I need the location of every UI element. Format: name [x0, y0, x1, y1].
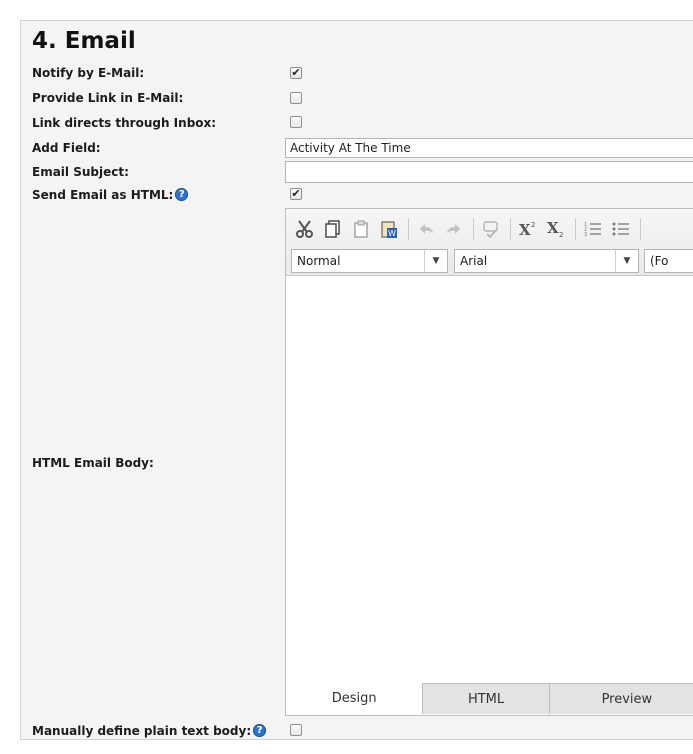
toolbar-separator [640, 218, 641, 240]
tab-html[interactable]: HTML [423, 683, 550, 714]
email-subject-label: Email Subject: [32, 165, 129, 179]
chevron-down-icon[interactable]: ▼ [615, 250, 638, 272]
font-family-value: Arial [460, 254, 488, 268]
editor-content-area[interactable] [286, 276, 693, 684]
paste-from-word-icon[interactable]: W [376, 216, 402, 242]
tab-preview[interactable]: Preview [549, 683, 693, 714]
superscript-icon[interactable]: X2 [515, 216, 541, 242]
tab-design[interactable]: Design [286, 683, 424, 714]
email-subject-input[interactable] [285, 161, 693, 183]
paste-icon[interactable] [348, 216, 374, 242]
redo-icon[interactable] [441, 216, 467, 242]
notify-label: Notify by E-Mail: [32, 66, 145, 80]
paragraph-format-value: Normal [297, 254, 341, 268]
toolbar-separator [408, 218, 409, 240]
help-icon[interactable]: ? [253, 724, 267, 737]
manual-plain-checkbox[interactable] [290, 724, 302, 736]
link-inbox-label: Link directs through Inbox: [32, 116, 217, 130]
send-html-label-text: Send Email as HTML: [32, 188, 174, 202]
html-body-label: HTML Email Body: [32, 456, 154, 470]
svg-text:3: 3 [584, 232, 587, 238]
svg-text:2: 2 [531, 221, 535, 229]
font-size-value: (Fo [650, 254, 669, 268]
section-title: 4. Email [32, 28, 136, 54]
provide-link-label: Provide Link in E-Mail: [32, 91, 184, 105]
paragraph-format-select[interactable]: Normal ▼ [291, 249, 448, 273]
svg-text:X: X [547, 219, 559, 237]
manual-plain-label: Manually define plain text body:? [32, 724, 267, 738]
check-icon: ✔ [291, 187, 301, 200]
send-html-label: Send Email as HTML:? [32, 188, 189, 202]
html-email-body-editor: W X2 X2 123 Normal ▼ Arial ▼ (Fo Design … [285, 208, 693, 716]
spellcheck-icon[interactable] [478, 216, 504, 242]
check-icon: ✔ [291, 66, 301, 79]
copy-icon[interactable] [320, 216, 346, 242]
toolbar-separator [575, 218, 576, 240]
editor-mode-tabs: Design HTML Preview [286, 683, 693, 715]
toolbar-separator [510, 218, 511, 240]
undo-icon[interactable] [413, 216, 439, 242]
svg-text:W: W [388, 229, 396, 238]
chevron-down-icon[interactable]: ▼ [424, 250, 447, 272]
numbered-list-icon[interactable]: 123 [580, 216, 606, 242]
add-field-label: Add Field: [32, 141, 101, 155]
subscript-icon[interactable]: X2 [543, 216, 569, 242]
bulleted-list-icon[interactable] [608, 216, 634, 242]
editor-tool-row: W X2 X2 123 [292, 215, 645, 243]
add-field-input[interactable] [285, 138, 693, 158]
notify-checkbox[interactable]: ✔ [290, 67, 302, 79]
svg-text:2: 2 [559, 231, 563, 239]
help-icon[interactable]: ? [175, 188, 189, 201]
link-inbox-checkbox[interactable] [290, 116, 302, 128]
manual-plain-label-text: Manually define plain text body: [32, 724, 252, 738]
editor-toolbar: W X2 X2 123 Normal ▼ Arial ▼ (Fo [286, 209, 693, 276]
send-html-checkbox[interactable]: ✔ [290, 188, 302, 200]
font-family-select[interactable]: Arial ▼ [454, 249, 639, 273]
toolbar-separator [473, 218, 474, 240]
cut-icon[interactable] [292, 216, 318, 242]
svg-text:X: X [519, 221, 531, 239]
provide-link-checkbox[interactable] [290, 92, 302, 104]
font-size-select[interactable]: (Fo [644, 249, 693, 273]
